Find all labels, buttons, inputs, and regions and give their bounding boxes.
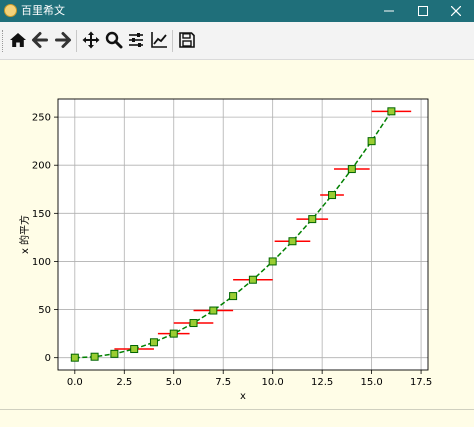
zoom-button[interactable] — [103, 29, 125, 51]
y-tick-label: 150 — [32, 209, 51, 220]
line-chart-icon — [151, 32, 167, 48]
forward-button[interactable] — [52, 29, 74, 51]
minimize-icon — [384, 10, 394, 12]
subplots-button[interactable] — [125, 29, 147, 51]
data-point — [189, 319, 198, 328]
data-point — [387, 107, 396, 116]
x-tick-label: 2.5 — [116, 377, 132, 388]
home-button[interactable] — [7, 29, 29, 51]
x-tick-label: 10.0 — [262, 377, 284, 388]
x-tick-label: 15.0 — [360, 377, 382, 388]
toolbar-separator — [76, 30, 77, 52]
data-point — [248, 275, 257, 284]
window-title: 百里希文 — [21, 4, 65, 17]
figure-canvas[interactable]: 0.0 2.5 5.0 7.5 10.0 12.5 15.0 17.5 0 50 100 150 200… — [0, 60, 474, 427]
arrow-left-icon — [32, 32, 48, 48]
toolbar-grip[interactable] — [2, 30, 6, 52]
minimize-button[interactable] — [375, 0, 403, 22]
data-point — [130, 345, 139, 354]
x-tick-label: 0.0 — [67, 377, 83, 388]
navigation-toolbar — [0, 22, 474, 60]
data-point — [308, 215, 317, 224]
x-tick-label: 17.5 — [410, 377, 432, 388]
title-bar: 百里希文 — [0, 0, 474, 22]
y-tick-label: 0 — [45, 353, 51, 364]
move-icon — [82, 31, 100, 49]
data-point — [328, 191, 337, 200]
data-point — [149, 338, 158, 347]
save-button[interactable] — [176, 29, 198, 51]
x-axis-label: x — [240, 391, 246, 402]
save-icon — [179, 32, 195, 48]
maximize-button[interactable] — [409, 0, 437, 22]
y-tick-label: 250 — [32, 113, 51, 124]
status-divider — [0, 409, 474, 410]
arrow-right-icon — [55, 32, 71, 48]
data-point — [347, 165, 356, 174]
data-point — [367, 137, 376, 146]
axes-button[interactable] — [148, 29, 170, 51]
back-button[interactable] — [29, 29, 51, 51]
data-point — [288, 237, 297, 246]
app-icon — [4, 4, 17, 17]
toolbar-separator — [172, 30, 173, 52]
close-icon — [451, 6, 461, 16]
sliders-icon — [129, 33, 143, 47]
app-window: 百里希文 0.0 2.5 5.0 7.5 10.0 12.5 15.0 17.5… — [0, 0, 474, 427]
data-point — [268, 257, 277, 266]
maximize-icon — [418, 6, 428, 16]
home-icon — [10, 33, 26, 47]
pan-button[interactable] — [80, 29, 102, 51]
chart-svg: 0.0 2.5 5.0 7.5 10.0 12.5 15.0 17.5 0 50 100 150 200… — [18, 98, 432, 402]
data-point — [229, 292, 238, 301]
y-tick-label: 50 — [38, 305, 51, 316]
data-point — [110, 349, 119, 358]
data-point — [169, 329, 178, 338]
y-tick-label: 100 — [32, 257, 51, 268]
data-point — [209, 306, 218, 315]
y-axis-label: x 的平方 — [18, 215, 31, 254]
data-point — [90, 352, 99, 361]
zoom-icon — [105, 31, 123, 49]
close-button[interactable] — [442, 0, 470, 22]
y-tick-label: 200 — [32, 161, 51, 172]
x-tick-label: 5.0 — [166, 377, 182, 388]
x-tick-label: 7.5 — [215, 377, 231, 388]
data-point — [70, 353, 79, 362]
x-tick-label: 12.5 — [311, 377, 333, 388]
